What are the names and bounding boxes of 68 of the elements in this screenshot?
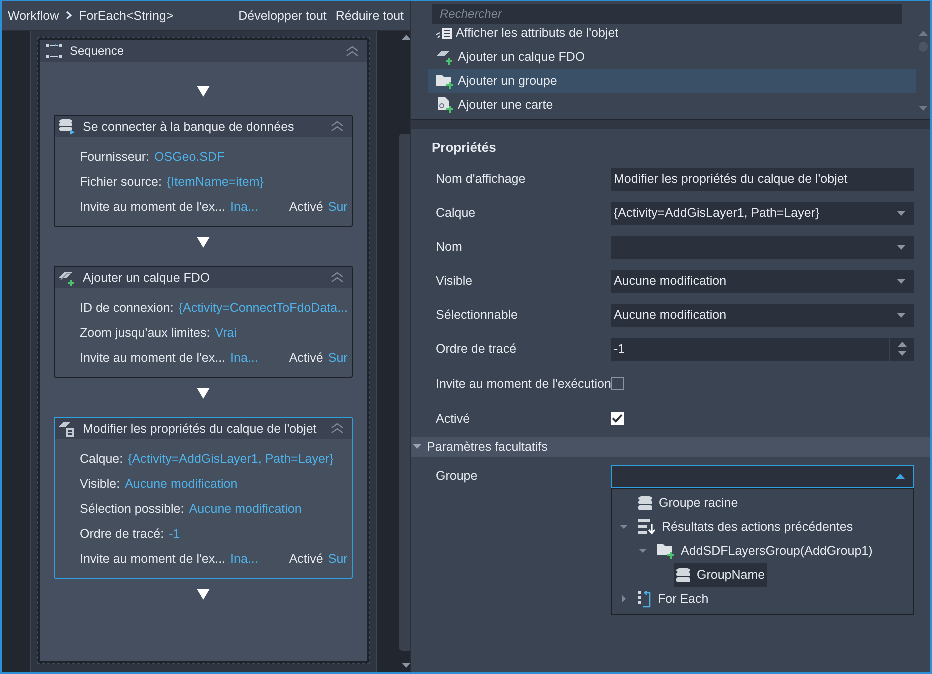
- tree-item[interactable]: GroupName: [674, 563, 768, 587]
- toolbox-item-label: Ajouter un groupe: [458, 74, 558, 88]
- dropdown[interactable]: Aucune modification: [611, 270, 914, 292]
- property-label: Invite au moment de l'exécution: [436, 376, 611, 390]
- activity-title: Modifier les propriétés du calque de l'objet: [83, 422, 317, 436]
- toolbox-item-label: Ajouter un calque FDO: [458, 50, 586, 64]
- activity-card[interactable]: Ajouter un calque FDO ID de connexion: {Activity=ConnectToFdoData... Zoom jusqu'aux limites: Vrai Invite au moment de l'ex... Ina... Activé Sur: [54, 266, 353, 378]
- field-value[interactable]: OSGeo.SDF: [154, 150, 225, 164]
- field-label: Zoom jusqu'aux limites:: [80, 326, 210, 340]
- dropdown[interactable]: {Activity=AddGisLayer1, Path=Layer}: [611, 202, 914, 224]
- property-label: Nom d'affichage: [436, 172, 527, 186]
- activity-card[interactable]: Se connecter à la banque de données Fournisseur: OSGeo.SDF Fichier source: {ItemName=item} Invite au moment de l'ex... Ina... Activé Sur: [54, 115, 353, 227]
- breadcrumb-link[interactable]: ForEach<String>: [79, 8, 174, 22]
- header-link[interactable]: Développer tout: [238, 8, 327, 22]
- property-label: Groupe: [436, 468, 479, 485]
- sequence-title: Sequence: [70, 44, 124, 58]
- tree-item[interactable]: Groupe racine: [636, 491, 740, 515]
- property-label: Activé: [436, 412, 472, 426]
- field-label: Invite au moment de l'ex...: [80, 351, 226, 365]
- field-value[interactable]: {Activity=AddGisLayer1, Path=Layer}: [128, 452, 334, 466]
- field-label: Invite au moment de l'ex...: [80, 200, 226, 214]
- text-field[interactable]: Modifier les propriétés du calque de l'objet: [611, 168, 914, 190]
- property-label: Calque: [436, 206, 477, 220]
- tree-item[interactable]: AddSDFLayersGroup(AddGroup1): [655, 539, 875, 563]
- toolbox-item[interactable]: Ajouter un calque FDO: [428, 45, 916, 69]
- field-value[interactable]: Ina...: [230, 552, 258, 566]
- field-value[interactable]: Aucune modification: [125, 477, 238, 491]
- field-label: Ordre de tracé:: [80, 527, 164, 541]
- activity-title: Ajouter un calque FDO: [83, 270, 210, 284]
- tree-item[interactable]: For Each: [636, 587, 711, 611]
- breadcrumb-link[interactable]: Workflow: [8, 8, 60, 22]
- field-value[interactable]: Ina...: [230, 351, 258, 365]
- field-value[interactable]: Aucune modification: [189, 502, 302, 516]
- section-header[interactable]: Paramètres facultatifs: [411, 437, 930, 457]
- field-value[interactable]: Ina...: [230, 200, 258, 214]
- field-value[interactable]: Sur: [328, 351, 348, 365]
- toolbox-item-label: Ajouter une carte: [458, 98, 554, 112]
- dropdown[interactable]: Aucune modification: [611, 304, 914, 326]
- field-label: ID de connexion:: [80, 301, 174, 315]
- property-label: Visible: [436, 274, 474, 288]
- field-label: Activé: [289, 351, 324, 365]
- field-value[interactable]: {Activity=ConnectToFdoData...: [178, 301, 348, 315]
- field-value[interactable]: Vrai: [215, 326, 237, 340]
- field-label: Calque:: [80, 452, 124, 466]
- property-label: Nom: [436, 240, 464, 254]
- field-label: Fichier source:: [80, 175, 162, 189]
- header-link[interactable]: Réduire tout: [336, 8, 404, 22]
- property-label: Ordre de tracé: [436, 342, 518, 356]
- tree-item[interactable]: Résultats des actions précédentes: [636, 515, 856, 539]
- toolbox-item-label: Afficher les attributs de l'objet: [456, 26, 619, 40]
- field-label: Activé: [289, 200, 324, 214]
- field-value[interactable]: Sur: [328, 552, 348, 566]
- number-field[interactable]: -1: [611, 338, 914, 360]
- toolbox-item[interactable]: Ajouter un groupe: [428, 69, 916, 93]
- field-label: Activé: [289, 552, 324, 566]
- toolbox-item[interactable]: Afficher les attributs de l'objet: [428, 24, 916, 45]
- field-label: Visible:: [80, 477, 120, 491]
- field-label: Fournisseur:: [80, 150, 150, 164]
- field-value[interactable]: -1: [169, 527, 180, 541]
- search-field[interactable]: Rechercher: [432, 4, 902, 24]
- field-label: Sélection possible:: [80, 502, 184, 516]
- property-label: Sélectionnable: [436, 308, 520, 322]
- properties-title: Propriétés: [431, 139, 498, 157]
- field-label: Invite au moment de l'ex...: [80, 552, 226, 566]
- field-value[interactable]: Sur: [328, 200, 348, 214]
- field-value[interactable]: {ItemName=item}: [166, 175, 264, 189]
- activity-title: Se connecter à la banque de données: [83, 120, 294, 134]
- toolbox-item[interactable]: Ajouter une carte: [428, 93, 916, 117]
